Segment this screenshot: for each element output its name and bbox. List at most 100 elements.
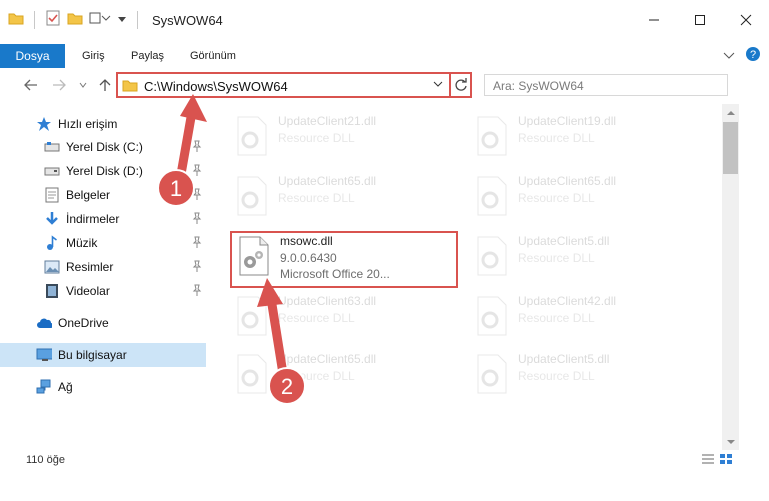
file-name: UpdateClient5.dll [518,234,610,248]
scroll-up-arrow-icon[interactable] [722,104,739,121]
file-description: Resource DLL [278,369,355,383]
expand-ribbon-icon[interactable] [723,49,735,63]
vertical-scrollbar[interactable] [722,104,739,450]
address-path[interactable]: C:\Windows\SysWOW64 [144,79,288,94]
new-folder-icon[interactable] [67,11,83,28]
file-name: UpdateClient65.dll [278,352,377,366]
window-title: SysWOW64 [152,13,223,28]
sidebar-item-label: Bu bilgisayar [58,348,127,362]
drive-icon [44,139,60,155]
file-item[interactable]: UpdateClient21.dll Resource DLL [230,110,460,166]
navigation-pane: Hızlı erişim Yerel Disk (C:) Yerel Disk … [0,104,206,450]
download-icon [44,211,60,227]
documents-icon [44,187,60,203]
highlight-box [230,231,458,288]
pin-icon[interactable] [192,164,202,179]
file-item[interactable]: UpdateClient42.dll Resource DLL [470,290,700,346]
videos-icon [44,283,60,299]
pin-icon[interactable] [192,284,202,299]
tab-view[interactable]: Görünüm [190,50,236,62]
sidebar-item-label: Belgeler [66,188,111,202]
dll-file-icon [477,354,507,394]
sidebar-item-pictures[interactable]: Resimler [0,255,206,279]
dropdown-arrow-icon[interactable] [117,13,127,27]
sidebar-item-label: Müzik [66,236,98,250]
search-box[interactable]: Ara: SysWOW64 [484,74,728,96]
computer-icon [36,347,52,363]
dll-file-icon [477,296,507,336]
folder-icon [122,78,138,95]
sidebar-item-music[interactable]: Müzik [0,231,206,255]
file-name: UpdateClient65.dll [518,174,617,188]
file-item[interactable]: UpdateClient19.dll Resource DLL [470,110,700,166]
title-bar: SysWOW64 [0,0,769,40]
sidebar-item-onedrive[interactable]: OneDrive [0,311,206,335]
sidebar-item-this-pc[interactable]: Bu bilgisayar [0,343,206,367]
file-name: UpdateClient63.dll [278,294,377,308]
file-description: Resource DLL [518,369,595,383]
pin-icon[interactable] [192,260,202,275]
music-icon [44,235,60,251]
separator [137,10,138,29]
customize-icon[interactable] [89,11,111,28]
ribbon-controls: ? [723,46,761,65]
recent-locations-button[interactable] [74,76,92,94]
file-item[interactable]: UpdateClient5.dll Resource DLL [470,230,700,286]
ribbon-tabs: Dosya Giriş Paylaş Görünüm ? [0,40,769,68]
sidebar-item-local-disk-d[interactable]: Yerel Disk (D:) [0,159,206,183]
minimize-button[interactable] [631,0,677,40]
sidebar-item-network[interactable]: Ağ [0,375,206,399]
up-button[interactable] [96,76,114,94]
file-item[interactable]: UpdateClient65.dll Resource DLL [230,348,460,404]
sidebar-item-local-disk-c[interactable]: Yerel Disk (C:) [0,135,206,159]
tab-share[interactable]: Paylaş [131,50,164,62]
pin-icon[interactable] [192,236,202,251]
properties-icon[interactable] [45,10,61,29]
dll-file-icon [237,176,267,216]
address-bar[interactable]: C:\Windows\SysWOW64 [116,72,472,98]
large-icons-view-icon[interactable] [719,453,733,468]
sidebar-item-downloads[interactable]: İndirmeler [0,207,206,231]
drive-icon [44,163,60,179]
forward-button[interactable] [50,76,68,94]
details-view-icon[interactable] [701,453,715,468]
sidebar-item-label: Ağ [58,380,73,394]
file-description: Resource DLL [278,311,355,325]
file-description: Resource DLL [518,251,595,265]
file-item[interactable]: UpdateClient5.dll Resource DLL [470,348,700,404]
pin-icon[interactable] [192,212,202,227]
folder-icon[interactable] [8,11,24,28]
maximize-button[interactable] [677,0,723,40]
scroll-down-arrow-icon[interactable] [722,433,739,450]
scrollbar-thumb[interactable] [723,122,738,174]
tab-file[interactable]: Dosya [0,44,65,68]
file-item[interactable]: UpdateClient65.dll Resource DLL [230,170,460,226]
pictures-icon [44,259,60,275]
sidebar-item-documents[interactable]: Belgeler [0,183,206,207]
sidebar-item-videos[interactable]: Videolar [0,279,206,303]
bottom-margin [0,470,769,501]
dll-file-icon [477,116,507,156]
star-icon [36,116,52,132]
back-button[interactable] [22,76,40,94]
refresh-button[interactable] [449,74,470,96]
file-name: UpdateClient19.dll [518,114,617,128]
search-input[interactable]: Ara: SysWOW64 [493,79,584,93]
sidebar-item-quick-access[interactable]: Hızlı erişim [0,112,206,136]
sidebar-item-label: Yerel Disk (C:) [66,140,143,154]
pin-icon[interactable] [192,140,202,155]
pin-icon[interactable] [192,188,202,203]
file-item[interactable]: UpdateClient65.dll Resource DLL [470,170,700,226]
sidebar-item-label: Yerel Disk (D:) [66,164,143,178]
help-icon[interactable]: ? [745,46,761,65]
close-button[interactable] [723,0,769,40]
network-icon [36,379,52,395]
file-item[interactable]: UpdateClient63.dll Resource DLL [230,290,460,346]
file-name: UpdateClient65.dll [278,174,377,188]
address-dropdown-icon[interactable] [432,78,444,93]
sidebar-item-label: Hızlı erişim [58,117,118,131]
sidebar-item-label: İndirmeler [66,212,120,226]
tab-home[interactable]: Giriş [82,50,105,62]
window-controls [631,0,769,40]
file-description: Resource DLL [518,311,595,325]
